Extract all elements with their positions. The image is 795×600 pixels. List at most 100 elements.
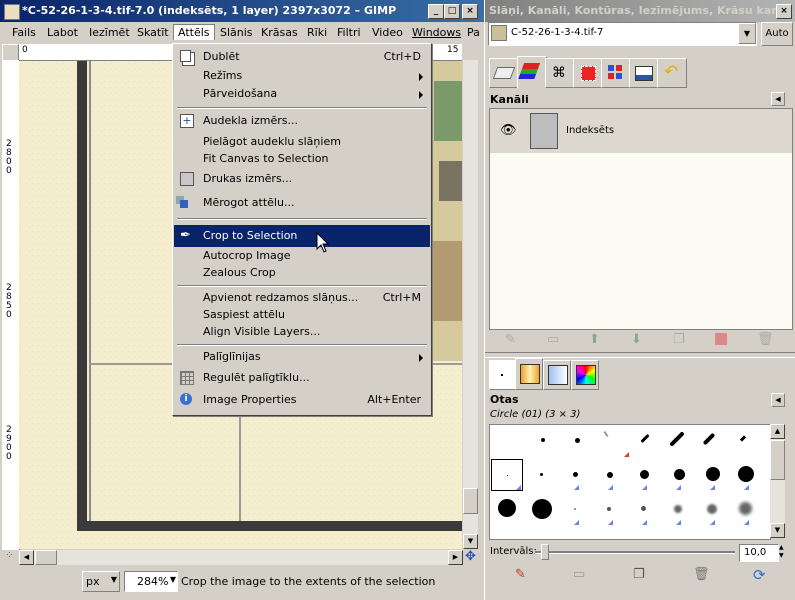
brush-item[interactable]	[603, 430, 609, 438]
hscroll-thumb[interactable]	[35, 550, 57, 565]
brush-item[interactable]	[532, 499, 552, 519]
brush-item[interactable]	[669, 431, 685, 447]
tab-palettes[interactable]	[571, 360, 599, 390]
brushes-scroll-up-button[interactable]: ▲	[770, 424, 785, 439]
channels-menu-button[interactable]: ◀	[771, 92, 785, 106]
eye-icon[interactable]: 👁	[500, 123, 517, 138]
tab-selection[interactable]	[573, 58, 603, 88]
minimize-button[interactable]: _	[428, 4, 444, 19]
menu-fails[interactable]: Fails	[12, 26, 36, 39]
menu-item-palig-linijas[interactable]: Palīglīnijas	[174, 348, 430, 366]
brush-item[interactable]	[607, 472, 613, 478]
tab-paths[interactable]: ⌘	[545, 58, 575, 88]
channels-list[interactable]: 👁 Indeksēts	[489, 108, 793, 330]
spacing-spin-buttons[interactable]: ▲ ▼	[779, 544, 789, 562]
tab-gradients[interactable]	[515, 358, 543, 390]
brush-item[interactable]	[739, 502, 752, 515]
brush-item[interactable]	[706, 467, 720, 481]
menu-item-image-properties[interactable]: i Image Properties Alt+Enter	[174, 391, 430, 409]
menu-attels[interactable]: Attēls	[173, 24, 215, 40]
brushes-menu-button[interactable]: ◀	[771, 393, 785, 407]
menu-labot[interactable]: Labot	[47, 26, 78, 39]
auto-button[interactable]: Auto	[761, 22, 793, 46]
canvas-horizontal-scrollbar[interactable]: ◀ ▶	[19, 550, 463, 565]
menu-palidziba[interactable]: Pa	[467, 26, 480, 39]
tab-channels[interactable]	[517, 56, 547, 88]
lower-channel-icon[interactable]: ⬇	[631, 332, 642, 347]
menu-skatit[interactable]: Skatīt	[137, 26, 169, 39]
tab-brushes[interactable]	[489, 360, 517, 390]
menu-item-audekla-izmers[interactable]: + Audekla izmērs...	[174, 112, 430, 130]
brush-item[interactable]	[573, 472, 578, 477]
brush-grid[interactable]	[489, 424, 771, 540]
tab-histogram[interactable]	[629, 58, 659, 88]
brush-item[interactable]	[607, 507, 611, 511]
image-window-titlebar[interactable]: *C-52-26-1-3-4.tif-7.0 (indeksēts, 1 lay…	[0, 0, 484, 22]
refresh-brushes-icon[interactable]: ⟳	[753, 566, 766, 584]
brushes-scroll-thumb[interactable]	[770, 440, 785, 480]
brush-item[interactable]	[541, 438, 545, 442]
tab-layers[interactable]	[489, 58, 519, 88]
menu-item-regulet-tiklu[interactable]: Regulēt palīgtīklu...	[174, 369, 430, 387]
brushes-vertical-scrollbar[interactable]: ▲ ▼	[770, 424, 785, 538]
dock-close-button[interactable]: ×	[776, 4, 792, 19]
vscroll-thumb[interactable]	[463, 488, 478, 514]
brush-item[interactable]	[739, 435, 747, 442]
brush-item[interactable]	[540, 473, 543, 476]
menu-video[interactable]: Video	[372, 26, 403, 39]
brush-item[interactable]	[707, 504, 717, 514]
menu-item-autocrop[interactable]: Autocrop Image	[174, 247, 430, 265]
channel-row[interactable]: 👁 Indeksēts	[490, 109, 792, 153]
menu-item-merogot[interactable]: Mērogot attēlu...	[174, 194, 430, 212]
menu-item-zealous-crop[interactable]: Zealous Crop	[174, 264, 430, 282]
new-channel-icon[interactable]: ▭	[547, 332, 559, 347]
brush-item[interactable]	[640, 470, 649, 479]
brush-item[interactable]	[674, 469, 685, 480]
channel-to-selection-icon[interactable]	[715, 333, 727, 345]
spacing-slider[interactable]	[535, 544, 735, 560]
delete-brush-icon[interactable]: 🗑	[693, 567, 710, 582]
maximize-button[interactable]: □	[444, 4, 460, 19]
menu-iezimet[interactable]: Iezīmēt	[89, 26, 130, 39]
brushes-scroll-down-button[interactable]: ▼	[770, 523, 785, 538]
new-brush-icon[interactable]: ▭	[573, 567, 585, 582]
zoom-corner-icon[interactable]: ⁘	[2, 550, 17, 565]
brush-item[interactable]	[702, 432, 716, 446]
brush-item[interactable]	[575, 438, 580, 443]
brush-item[interactable]	[574, 508, 576, 510]
brush-item[interactable]	[674, 505, 682, 513]
menu-item-pielagot-audeklu[interactable]: Pielāgot audeklu slāņiem	[174, 133, 430, 151]
brush-item[interactable]	[641, 506, 646, 511]
edit-brush-icon[interactable]: ✎	[515, 567, 526, 582]
menu-item-saspiest[interactable]: Saspiest attēlu	[174, 306, 430, 324]
edit-channel-icon[interactable]: ✎	[505, 332, 516, 347]
menu-item-align-layers[interactable]: Align Visible Layers...	[174, 323, 430, 341]
menu-item-fit-canvas[interactable]: Fit Canvas to Selection	[174, 150, 430, 168]
canvas-vertical-scrollbar[interactable]: ▼	[463, 60, 478, 549]
hscroll-left-button[interactable]: ◀	[19, 550, 34, 565]
quick-mask-corner[interactable]	[2, 44, 19, 61]
menu-slanis[interactable]: Slānis	[220, 26, 253, 39]
close-button[interactable]: ×	[462, 4, 478, 19]
raise-channel-icon[interactable]: ⬆	[589, 332, 600, 347]
vertical-ruler[interactable]: 2800 2850 2900	[2, 60, 20, 550]
menu-item-rezims[interactable]: Režīms	[174, 67, 430, 85]
menu-item-dublet[interactable]: Dublēt Ctrl+D	[174, 48, 430, 66]
dock-window-titlebar[interactable]: Slāņi, Kanāli, Kontūras, Iezīmējums, Krā…	[485, 0, 795, 22]
menu-krasas[interactable]: Krāsas	[261, 26, 298, 39]
brush-item[interactable]	[640, 433, 650, 444]
spacing-slider-thumb[interactable]	[541, 544, 549, 560]
hscroll-right-button[interactable]: ▶	[448, 550, 463, 565]
menu-item-drukas-izmers[interactable]: Drukas izmērs...	[174, 170, 430, 188]
menu-item-crop-to-selection[interactable]: ✒ Crop to Selection	[174, 225, 430, 247]
menu-filtri[interactable]: Filtri	[337, 26, 361, 39]
tab-colormap[interactable]	[601, 58, 631, 88]
image-selector-dropdown[interactable]: C-52-26-1-3-4.tif-7 ▼	[488, 22, 757, 46]
duplicate-brush-icon[interactable]: ❐	[633, 567, 645, 582]
unit-selector[interactable]: px ▼	[82, 571, 120, 592]
brush-item[interactable]	[738, 466, 754, 482]
menu-item-parveidosana[interactable]: Pārveidošana	[174, 85, 430, 103]
zoom-selector[interactable]: 284% ▼	[124, 571, 178, 592]
tab-undo-history[interactable]: ↶	[657, 58, 687, 88]
menu-riki[interactable]: Rīki	[307, 26, 327, 39]
